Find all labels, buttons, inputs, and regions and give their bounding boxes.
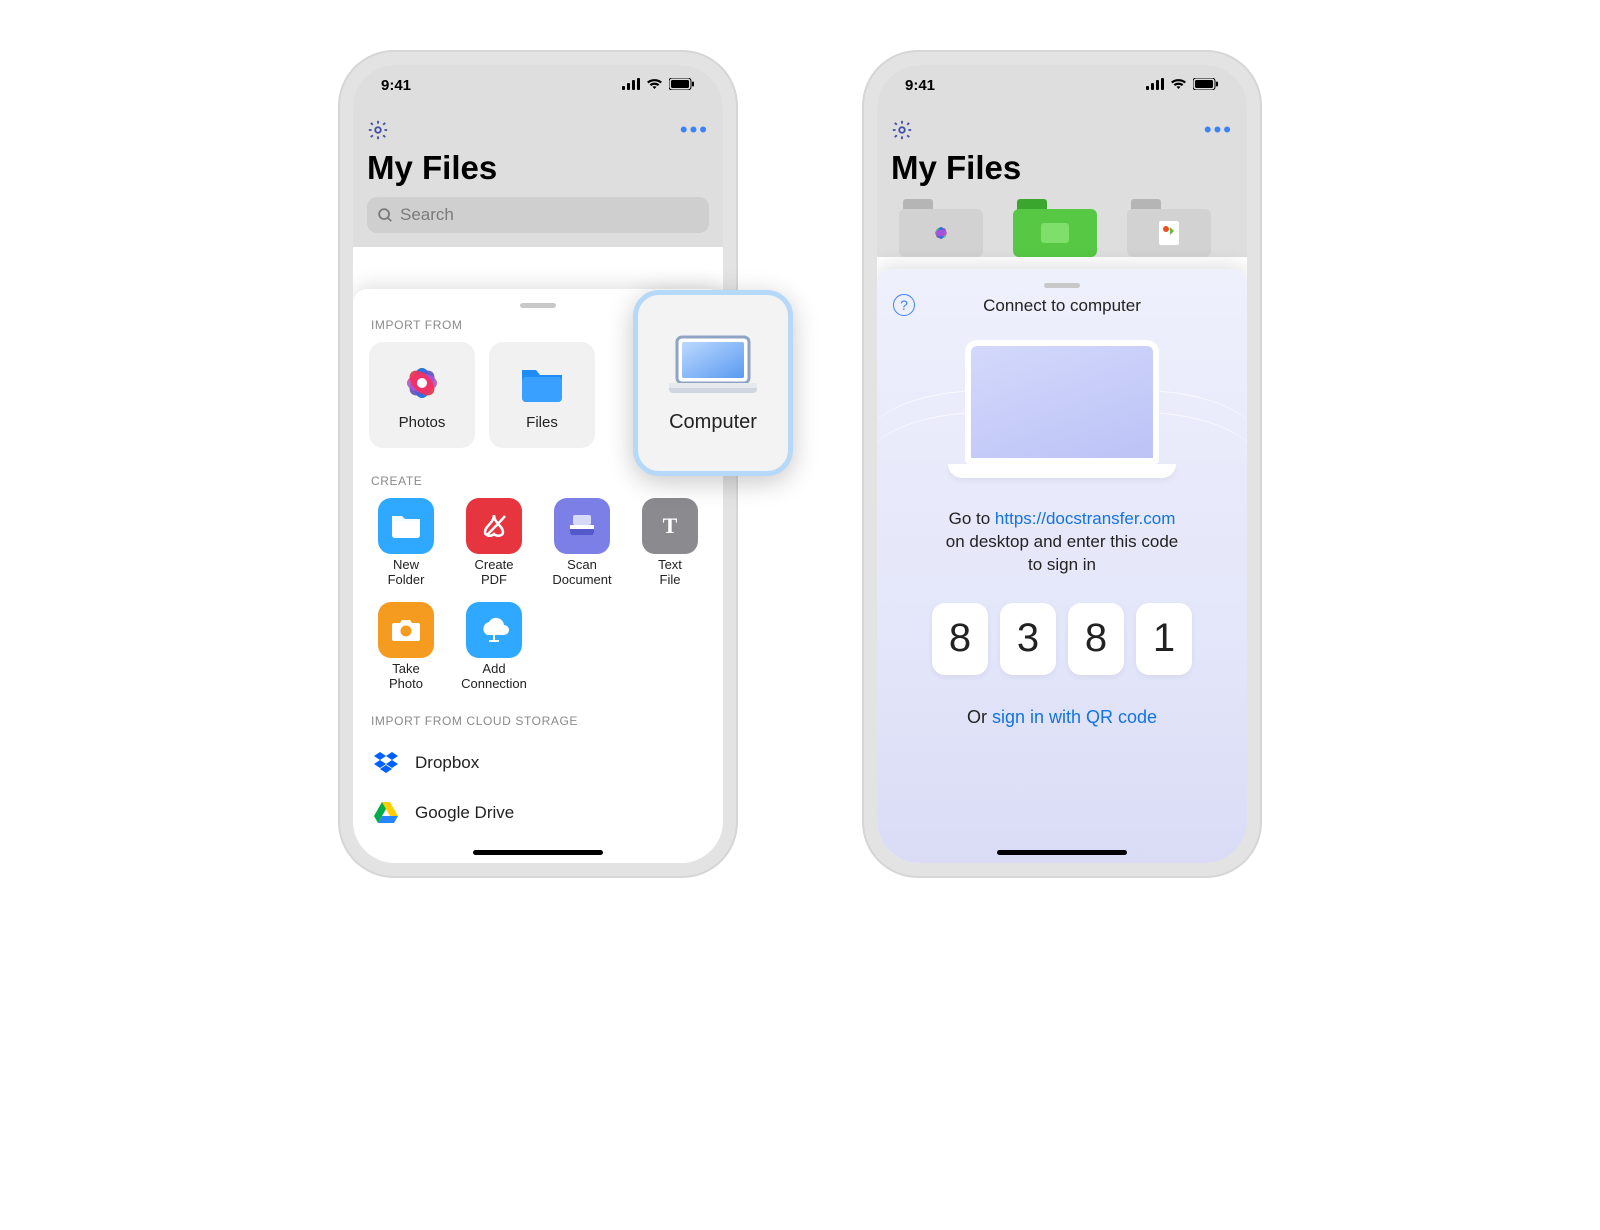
svg-text:T: T: [663, 513, 678, 538]
import-tile-files-label: Files: [526, 414, 558, 431]
create-new-folder-label: New Folder: [388, 558, 425, 588]
doc-icon: [1159, 221, 1179, 245]
import-tile-computer[interactable]: Computer: [633, 290, 793, 476]
files-icon: [519, 360, 565, 406]
create-take-photo[interactable]: Take Photo: [369, 602, 443, 692]
settings-button[interactable]: [367, 119, 389, 141]
folder-open-icon: [1041, 223, 1069, 243]
text-file-icon: T: [642, 498, 698, 554]
create-add-connection[interactable]: Add Connection: [457, 602, 531, 692]
code-display: 8 3 8 1: [893, 603, 1231, 675]
screen-right: 9:41 ••• My Files: [877, 65, 1247, 863]
alt-prefix: Or: [967, 707, 992, 727]
status-right: [622, 77, 695, 94]
status-time: 9:41: [381, 77, 411, 94]
status-bar: 9:41: [353, 65, 723, 105]
cloud-section-label: IMPORT FROM CLOUD STORAGE: [371, 714, 705, 728]
phone-left: 9:41 ••• My Files: [338, 50, 738, 878]
search-icon: [377, 207, 394, 224]
cloud-item-dropbox-label: Dropbox: [415, 753, 479, 773]
create-pdf-label: Create PDF: [474, 558, 513, 588]
settings-button[interactable]: [891, 119, 913, 141]
connect-title: Connect to computer: [983, 296, 1141, 315]
import-tile-files[interactable]: Files: [489, 342, 595, 448]
home-indicator[interactable]: [473, 850, 603, 855]
camera-icon: [378, 602, 434, 658]
wifi-icon: [646, 77, 663, 94]
battery-icon: [1193, 77, 1219, 94]
create-scan[interactable]: Scan Document: [545, 498, 619, 588]
connect-instruction: Go to https://docstransfer.com on deskto…: [893, 508, 1231, 577]
connect-url-link[interactable]: https://docstransfer.com: [995, 509, 1175, 528]
create-add-connection-label: Add Connection: [461, 662, 527, 692]
import-tile-photos-label: Photos: [399, 414, 446, 431]
cloud-item-gdrive[interactable]: Google Drive: [369, 788, 707, 838]
photos-icon: [399, 360, 445, 406]
gdrive-icon: [373, 800, 399, 826]
create-section-label: CREATE: [371, 474, 705, 488]
page-title: My Files: [891, 149, 1233, 187]
search-placeholder: Search: [400, 205, 454, 225]
cloud-icon: [466, 602, 522, 658]
photos-icon: [928, 220, 954, 246]
instruction-line3: to sign in: [1028, 555, 1096, 574]
create-new-folder[interactable]: New Folder: [369, 498, 443, 588]
status-time: 9:41: [905, 77, 935, 94]
scan-icon: [554, 498, 610, 554]
qr-signin-link[interactable]: sign in with QR code: [992, 707, 1157, 727]
code-digit: 8: [932, 603, 988, 675]
create-scan-label: Scan Document: [552, 558, 611, 588]
wifi-icon: [1170, 77, 1187, 94]
create-pdf[interactable]: Create PDF: [457, 498, 531, 588]
status-right: [1146, 77, 1219, 94]
sheet-grabber[interactable]: [1044, 283, 1080, 288]
app-header: ••• My Files Search: [353, 105, 723, 247]
code-digit: 1: [1136, 603, 1192, 675]
create-text[interactable]: T Text File: [633, 498, 707, 588]
cellular-icon: [1146, 77, 1164, 94]
code-digit: 3: [1000, 603, 1056, 675]
help-button[interactable]: ?: [893, 294, 915, 316]
new-folder-icon: [378, 498, 434, 554]
create-take-photo-label: Take Photo: [389, 662, 423, 692]
more-button[interactable]: •••: [680, 119, 709, 141]
create-pdf-icon: [466, 498, 522, 554]
alt-signin: Or sign in with QR code: [893, 707, 1231, 728]
folder-thumb[interactable]: [1127, 199, 1211, 257]
instruction-line2: on desktop and enter this code: [946, 532, 1179, 551]
import-tile-photos[interactable]: Photos: [369, 342, 475, 448]
code-digit: 8: [1068, 603, 1124, 675]
laptop-illustration: [948, 340, 1176, 490]
dropbox-icon: [373, 750, 399, 776]
cloud-item-dropbox[interactable]: Dropbox: [369, 738, 707, 788]
folder-thumb[interactable]: [1013, 199, 1097, 257]
phone-right: 9:41 ••• My Files: [862, 50, 1262, 878]
create-text-label: Text File: [658, 558, 682, 588]
app-header: ••• My Files: [877, 105, 1247, 191]
cloud-item-gdrive-label: Google Drive: [415, 803, 514, 823]
sheet-grabber[interactable]: [520, 303, 556, 308]
page-title: My Files: [367, 149, 709, 187]
cellular-icon: [622, 77, 640, 94]
more-button[interactable]: •••: [1204, 119, 1233, 141]
status-bar: 9:41: [877, 65, 1247, 105]
folder-thumb[interactable]: [899, 199, 983, 257]
connect-sheet: ? Connect to computer Go to https://docs…: [877, 269, 1247, 863]
laptop-icon: [665, 333, 761, 397]
folder-thumbnails: [877, 191, 1247, 257]
home-indicator[interactable]: [997, 850, 1127, 855]
search-input[interactable]: Search: [367, 197, 709, 233]
battery-icon: [669, 77, 695, 94]
import-tile-computer-label: Computer: [669, 411, 757, 434]
instruction-prefix: Go to: [949, 509, 995, 528]
